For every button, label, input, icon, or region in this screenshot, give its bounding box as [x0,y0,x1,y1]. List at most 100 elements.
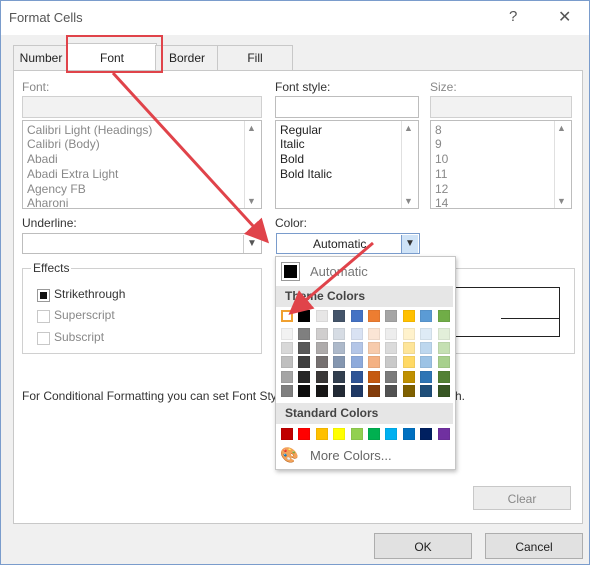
theme-shade-swatch[interactable] [333,328,346,340]
more-colors-option[interactable]: More Colors... [310,448,392,463]
theme-color-swatch[interactable] [402,310,415,322]
tab-fill[interactable]: Fill [217,45,293,70]
theme-shade-swatch[interactable] [402,342,415,355]
standard-color-swatch[interactable] [333,428,346,440]
font-input[interactable] [22,96,262,118]
font-style-scrollbar[interactable]: ▲ ▼ [401,121,418,208]
size-list-scrollbar[interactable]: ▲ ▼ [554,121,571,208]
theme-shade-swatch[interactable] [385,370,398,383]
theme-shade-swatch[interactable] [385,384,398,397]
tab-border[interactable]: Border [155,45,219,70]
size-input[interactable] [430,96,572,118]
theme-shade-swatch[interactable] [420,384,433,397]
standard-color-swatch[interactable] [385,428,398,440]
list-item[interactable]: Italic [280,137,305,151]
theme-shade-swatch[interactable] [298,370,311,383]
theme-shade-swatch[interactable] [420,356,433,369]
theme-color-swatch[interactable] [385,310,398,322]
theme-color-swatch[interactable] [281,310,293,322]
theme-shade-swatch[interactable] [350,328,363,340]
list-item[interactable]: 10 [435,152,448,166]
theme-shade-swatch[interactable] [281,356,293,369]
scroll-up-icon[interactable]: ▲ [247,123,256,133]
strikethrough-label[interactable]: Strikethrough [54,287,125,301]
list-item[interactable]: 8 [435,123,442,137]
theme-shade-swatch[interactable] [315,370,328,383]
help-button[interactable]: ? [509,8,517,25]
tab-number[interactable]: Number [13,45,69,70]
theme-shade-swatch[interactable] [385,328,398,340]
theme-shade-swatch[interactable] [385,356,398,369]
theme-shade-swatch[interactable] [402,356,415,369]
theme-shade-swatch[interactable] [368,342,380,355]
theme-shade-swatch[interactable] [350,384,363,397]
standard-color-swatch[interactable] [368,428,380,440]
ok-button[interactable]: OK [374,533,472,559]
subscript-label[interactable]: Subscript [54,330,104,344]
theme-shade-swatch[interactable] [315,384,328,397]
cancel-button[interactable]: Cancel [485,533,583,559]
theme-color-swatch[interactable] [420,310,433,322]
scroll-down-icon[interactable]: ▼ [247,196,256,206]
theme-shade-swatch[interactable] [420,370,433,383]
scroll-up-icon[interactable]: ▲ [404,123,413,133]
theme-shade-swatch[interactable] [350,356,363,369]
chevron-down-icon[interactable]: ▼ [243,235,260,253]
font-style-input[interactable] [275,96,419,118]
theme-shade-swatch[interactable] [350,370,363,383]
theme-shade-swatch[interactable] [368,370,380,383]
theme-color-swatch[interactable] [368,310,380,322]
standard-color-swatch[interactable] [298,428,311,440]
theme-shade-swatch[interactable] [402,328,415,340]
list-item[interactable]: Calibri Light (Headings) [27,123,152,137]
close-button[interactable]: ✕ [558,7,571,27]
theme-shade-swatch[interactable] [315,342,328,355]
font-list[interactable]: Calibri Light (Headings) Calibri (Body) … [22,120,262,210]
theme-shade-swatch[interactable] [298,384,311,397]
list-item[interactable]: 14 [435,196,448,210]
chevron-down-icon[interactable]: ▼ [401,235,418,253]
theme-shade-swatch[interactable] [281,342,293,355]
theme-shade-swatch[interactable] [368,328,380,340]
theme-shade-swatch[interactable] [333,342,346,355]
theme-shade-swatch[interactable] [281,328,293,340]
standard-color-swatch[interactable] [402,428,415,440]
theme-shade-swatch[interactable] [402,384,415,397]
underline-dropdown[interactable]: ▼ [22,233,262,254]
scroll-down-icon[interactable]: ▼ [404,196,413,206]
theme-shade-swatch[interactable] [298,328,311,340]
list-item[interactable]: 11 [435,167,447,181]
clear-button[interactable]: Clear [473,486,571,510]
scroll-down-icon[interactable]: ▼ [557,196,566,206]
theme-shade-swatch[interactable] [437,356,450,369]
automatic-swatch[interactable] [281,262,300,281]
theme-shade-swatch[interactable] [437,370,450,383]
theme-shade-swatch[interactable] [420,342,433,355]
scroll-up-icon[interactable]: ▲ [557,123,566,133]
theme-shade-swatch[interactable] [333,356,346,369]
theme-shade-swatch[interactable] [437,328,450,340]
list-item[interactable]: 12 [435,182,448,196]
standard-color-swatch[interactable] [437,428,450,440]
subscript-checkbox[interactable] [37,332,50,345]
superscript-checkbox[interactable] [37,310,50,323]
theme-shade-swatch[interactable] [315,356,328,369]
theme-shade-swatch[interactable] [437,342,450,355]
list-item[interactable]: Abadi [27,152,58,166]
theme-shade-swatch[interactable] [281,370,293,383]
strikethrough-checkbox[interactable] [37,289,50,302]
theme-shade-swatch[interactable] [298,342,311,355]
standard-color-swatch[interactable] [281,428,293,440]
theme-color-swatch[interactable] [298,310,311,322]
theme-shade-swatch[interactable] [385,342,398,355]
theme-shade-swatch[interactable] [402,370,415,383]
list-item[interactable]: Aharoni [27,196,68,210]
font-style-list[interactable]: Regular Italic Bold Bold Italic ▲ ▼ [275,120,419,209]
color-dropdown[interactable]: Automatic ▼ [276,233,420,254]
theme-shade-swatch[interactable] [368,356,380,369]
list-item[interactable]: Calibri (Body) [27,137,100,151]
theme-shade-swatch[interactable] [315,328,328,340]
theme-shade-swatch[interactable] [368,384,380,397]
list-item[interactable]: Abadi Extra Light [27,167,118,181]
font-list-scrollbar[interactable]: ▲ ▼ [244,121,261,208]
